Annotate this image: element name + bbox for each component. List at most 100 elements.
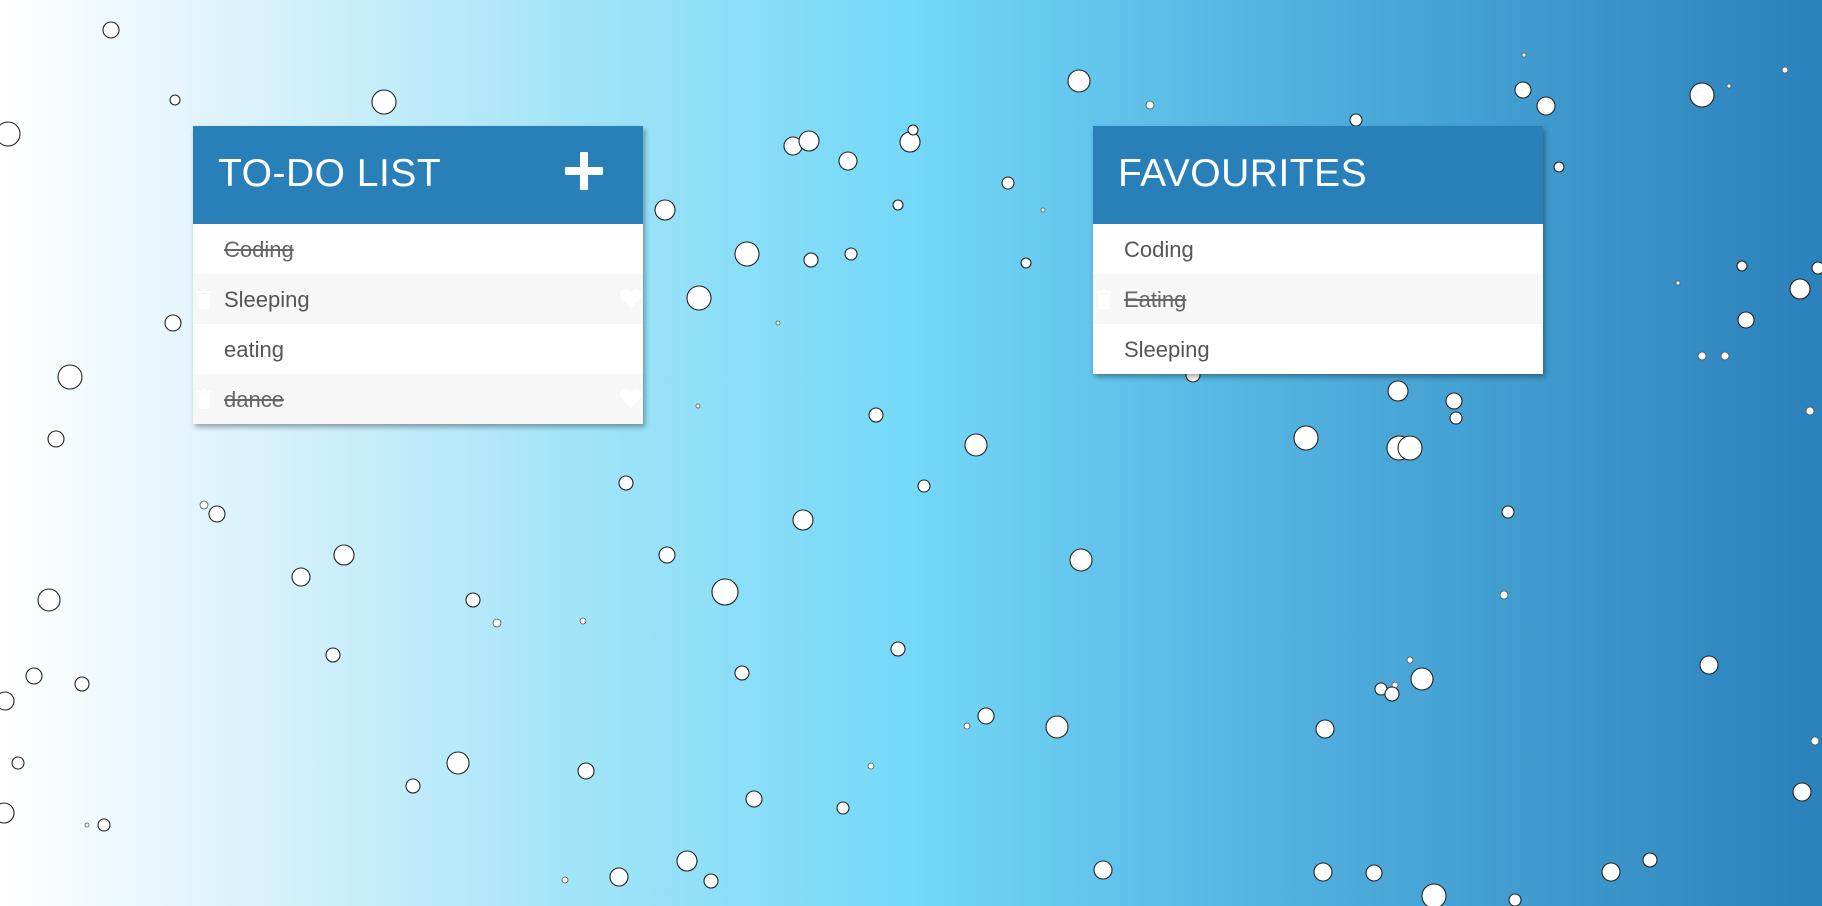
bubble-decoration <box>892 199 904 211</box>
bubble-decoration <box>1675 280 1681 286</box>
bubble-decoration <box>1445 392 1463 410</box>
bubble-decoration <box>1553 161 1565 173</box>
bubble-decoration <box>405 778 421 794</box>
bubble-decoration <box>84 822 90 828</box>
favourite-item-label: Sleeping <box>1124 337 1210 362</box>
favourite-item-label: Coding <box>1124 237 1194 262</box>
todo-item-eating[interactable]: eating <box>193 324 643 374</box>
add-item-button[interactable] <box>563 150 605 192</box>
favourite-item-coding[interactable]: Coding <box>1093 224 1543 274</box>
bubble-decoration <box>1789 278 1811 300</box>
bubble-decoration <box>686 285 712 311</box>
bubble-decoration <box>0 802 15 824</box>
bubble-decoration <box>0 691 15 711</box>
bubble-decoration <box>1699 655 1719 675</box>
bubble-decoration <box>1410 667 1434 691</box>
bubble-decoration <box>844 247 858 261</box>
bubble-decoration <box>1697 351 1707 361</box>
bubble-decoration <box>47 430 65 448</box>
favourites-card: FAVOURITES Coding Eating Sleeping <box>1093 126 1543 374</box>
favourite-item-label: Eating <box>1124 287 1187 312</box>
bubble-decoration <box>579 617 587 625</box>
bubble-decoration <box>333 544 355 566</box>
bubble-decoration <box>1792 782 1812 802</box>
bubble-decoration <box>1349 113 1363 127</box>
bubble-decoration <box>74 676 90 692</box>
bubble-decoration <box>1601 862 1621 882</box>
bubble-decoration <box>1001 176 1015 190</box>
todo-item-coding[interactable]: Coding <box>193 224 643 274</box>
bubble-decoration <box>917 479 931 493</box>
todo-item-label: dance <box>224 387 284 412</box>
bubble-decoration <box>1293 425 1319 451</box>
bubble-decoration <box>102 21 120 39</box>
bubble-decoration <box>734 241 760 267</box>
bubble-decoration <box>1736 260 1748 272</box>
bubble-decoration <box>371 89 397 115</box>
bubble-decoration <box>1508 893 1522 906</box>
bubble-decoration <box>11 756 25 770</box>
bubble-decoration <box>711 578 739 606</box>
todo-item-label: Sleeping <box>224 287 310 312</box>
bubble-decoration <box>695 403 701 409</box>
bubble-decoration <box>1737 311 1755 329</box>
todo-item-label: eating <box>224 337 284 362</box>
bubble-decoration <box>492 618 502 628</box>
bubble-decoration <box>1387 380 1409 402</box>
bubble-decoration <box>1536 96 1556 116</box>
bubble-decoration <box>169 94 181 106</box>
bubble-decoration <box>1067 69 1091 93</box>
bubble-decoration <box>803 252 819 268</box>
bubble-decoration <box>792 509 814 531</box>
trash-icon[interactable] <box>197 389 211 409</box>
bubble-decoration <box>1501 505 1515 519</box>
trash-icon[interactable] <box>197 289 211 309</box>
bubble-decoration <box>963 722 971 730</box>
bubble-decoration <box>1514 81 1532 99</box>
heart-icon[interactable] <box>619 387 643 409</box>
bubble-decoration <box>0 121 21 147</box>
bubble-decoration <box>1045 715 1069 739</box>
bubble-decoration <box>745 790 763 808</box>
bubble-decoration <box>703 873 719 889</box>
bubble-decoration <box>1805 406 1815 416</box>
bubble-decoration <box>1499 590 1509 600</box>
todo-list-header: TO-DO LIST <box>193 126 643 224</box>
favourites-title: FAVOURITES <box>1118 152 1368 195</box>
bubble-decoration <box>1689 82 1715 108</box>
bubble-decoration <box>1811 261 1822 275</box>
trash-icon[interactable] <box>1097 289 1111 309</box>
todo-item-dance[interactable]: dance <box>193 374 643 424</box>
bubble-decoration <box>446 751 470 775</box>
bubble-decoration <box>658 546 676 564</box>
bubble-decoration <box>838 151 858 171</box>
favourite-item-eating[interactable]: Eating <box>1093 274 1543 324</box>
bubble-decoration <box>618 475 634 491</box>
bubble-decoration <box>798 130 820 152</box>
bubble-decoration <box>977 707 995 725</box>
heart-icon[interactable] <box>619 287 643 309</box>
bubble-decoration <box>867 762 875 770</box>
bubble-decoration <box>1397 435 1423 461</box>
bubble-decoration <box>57 364 83 390</box>
bubble-decoration <box>1421 883 1447 906</box>
bubble-decoration <box>164 314 182 332</box>
bubble-decoration <box>654 199 676 221</box>
todo-item-sleeping[interactable]: Sleeping <box>193 274 643 324</box>
bubble-decoration <box>1449 411 1463 425</box>
bubble-decoration <box>1406 656 1414 664</box>
favourite-item-sleeping[interactable]: Sleeping <box>1093 324 1543 374</box>
bubble-decoration <box>1145 100 1155 110</box>
favourites-header: FAVOURITES <box>1093 126 1543 224</box>
todo-list-card: TO-DO LIST Coding Sleeping eating dance <box>193 126 643 424</box>
bubble-decoration <box>199 500 209 510</box>
bubble-decoration <box>465 592 481 608</box>
bubble-decoration <box>1365 864 1383 882</box>
bubble-decoration <box>775 320 781 326</box>
bubble-decoration <box>1040 207 1046 213</box>
bubble-decoration <box>1810 736 1820 746</box>
bubble-decoration <box>836 801 850 815</box>
bubble-decoration <box>964 433 988 457</box>
bubble-decoration <box>37 588 61 612</box>
favourite-items: Coding Eating Sleeping <box>1093 224 1543 374</box>
